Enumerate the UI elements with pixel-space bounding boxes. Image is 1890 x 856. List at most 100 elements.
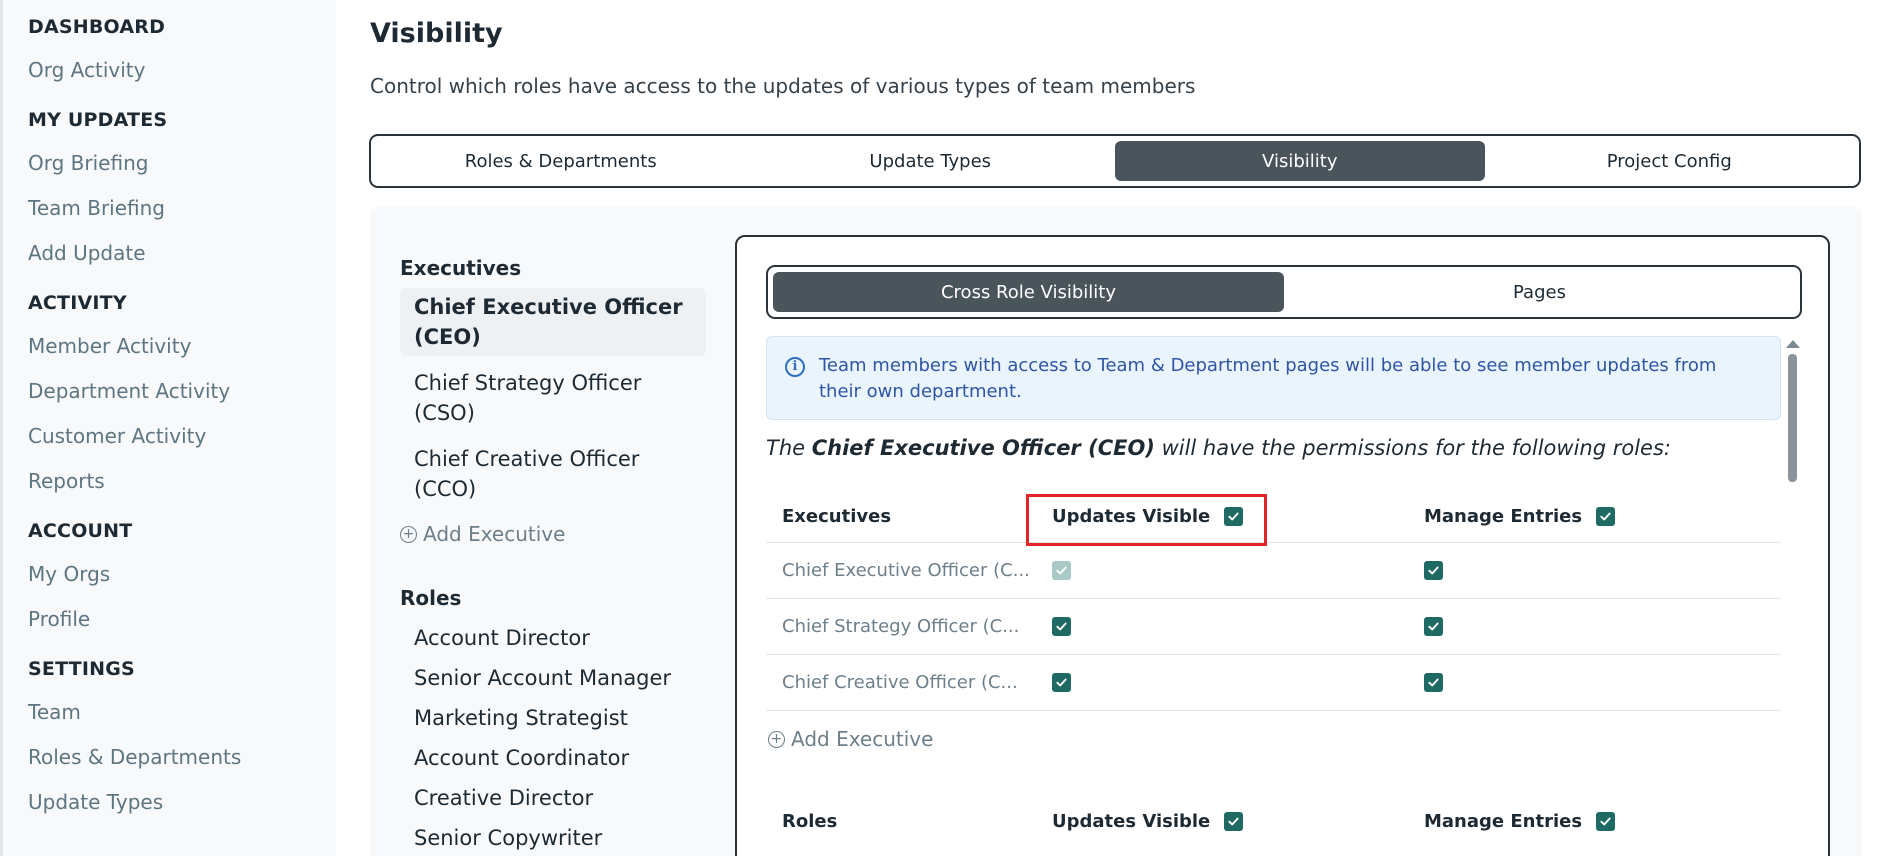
settings-tabs: Roles & Departments Update Types Visibil… (369, 134, 1861, 188)
visibility-card: Executives Chief Executive Officer (CEO)… (370, 206, 1862, 856)
role-item-cco[interactable]: Chief Creative Officer (CCO) (400, 440, 706, 508)
manage-entries-all-checkbox[interactable] (1596, 507, 1616, 526)
add-circle-icon: + (400, 525, 417, 543)
roles-manage-entries-label: Manage Entries (1424, 810, 1583, 832)
check-icon (1600, 512, 1611, 521)
sidebar-item-update-types[interactable]: Update Types (28, 780, 336, 825)
permissions-description: The Chief Executive Officer (CEO) will h… (766, 436, 1671, 460)
manage-entries-checkbox[interactable] (1424, 617, 1443, 636)
role-list: Executives Chief Executive Officer (CEO)… (400, 256, 706, 856)
col-manage-entries: Manage Entries (1424, 491, 1616, 542)
sidebar-section-activity: ACTIVITY (28, 292, 127, 314)
col-roles-updates-visible: Updates Visible (1052, 795, 1244, 847)
panel-scrollbar[interactable] (1786, 336, 1800, 856)
role-item-account-director[interactable]: Account Director (400, 618, 706, 658)
tab-cross-role-visibility[interactable]: Cross Role Visibility (773, 272, 1284, 312)
info-icon: i (785, 357, 805, 377)
role-item-senior-copywriter[interactable]: Senior Copywriter (400, 818, 706, 856)
col-executives: Executives (782, 506, 892, 527)
row-updates-cell (1052, 655, 1071, 710)
check-icon (1228, 817, 1239, 825)
row-role-name: Chief Executive Officer (C... (782, 560, 1030, 581)
permissions-role: Chief Executive Officer (CEO) (811, 436, 1155, 460)
sidebar-section-settings: SETTINGS (28, 658, 135, 680)
sidebar-item-roles-departments[interactable]: Roles & Departments (28, 735, 336, 780)
table-header-row: Executives Updates Visible Manage Entrie… (766, 491, 1781, 543)
permissions-scroll-area: i Team members with access to Team & Dep… (766, 336, 1781, 856)
scroll-up-arrow-icon[interactable] (1786, 340, 1800, 348)
page-description: Control which roles have access to the u… (370, 74, 1196, 98)
updates-visible-checkbox[interactable] (1052, 673, 1071, 692)
add-executive-row-button[interactable]: + Add Executive (766, 711, 1781, 767)
info-alert: i Team members with access to Team & Dep… (766, 336, 1781, 420)
manage-entries-checkbox[interactable] (1424, 673, 1443, 692)
check-icon (1600, 817, 1611, 825)
sidebar-item-add-update[interactable]: Add Update (28, 231, 336, 276)
sidebar-item-my-orgs[interactable]: My Orgs (28, 552, 336, 597)
row-manage-cell (1424, 599, 1443, 654)
sidebar-section-account: ACCOUNT (28, 520, 133, 542)
add-circle-icon: + (768, 730, 785, 748)
scroll-thumb[interactable] (1788, 354, 1797, 482)
panel-tabs: Cross Role Visibility Pages (766, 265, 1802, 319)
col-updates-visible: Updates Visible (1052, 491, 1244, 542)
check-icon (1428, 678, 1439, 687)
tab-project-config[interactable]: Project Config (1485, 141, 1855, 181)
roles-header: Roles (400, 586, 462, 610)
sidebar-item-reports[interactable]: Reports (28, 459, 336, 504)
updates-visible-all-checkbox[interactable] (1224, 507, 1244, 526)
table-row: Chief Creative Officer (C... (766, 655, 1781, 711)
sidebar-section-my-updates: MY UPDATES (28, 109, 168, 131)
sidebar-item-customer-activity[interactable]: Customer Activity (28, 414, 336, 459)
sidebar-item-profile[interactable]: Profile (28, 597, 336, 642)
check-icon (1428, 622, 1439, 631)
row-manage-cell (1424, 543, 1443, 598)
check-icon (1228, 512, 1239, 521)
info-text: Team members with access to Team & Depar… (819, 355, 1717, 402)
sidebar-item-org-briefing[interactable]: Org Briefing (28, 141, 336, 186)
row-role-name: Chief Strategy Officer (C... (782, 616, 1020, 637)
tab-update-types[interactable]: Update Types (746, 141, 1116, 181)
add-executive-row-label: Add Executive (791, 727, 934, 751)
sidebar-item-team[interactable]: Team (28, 690, 336, 735)
roles-manage-entries-all-checkbox[interactable] (1596, 811, 1616, 831)
col-roles: Roles (782, 810, 838, 832)
page-title: Visibility (370, 18, 503, 49)
col-roles-manage-entries: Manage Entries (1424, 795, 1616, 847)
tab-visibility[interactable]: Visibility (1115, 141, 1485, 181)
updates-visible-checkbox (1052, 561, 1071, 580)
row-updates-cell (1052, 599, 1071, 654)
sidebar-item-org-activity[interactable]: Org Activity (28, 48, 336, 93)
role-item-marketing-strategist[interactable]: Marketing Strategist (400, 698, 706, 738)
table-row: Chief Executive Officer (C... (766, 543, 1781, 599)
role-item-account-coordinator[interactable]: Account Coordinator (400, 738, 706, 778)
role-item-senior-account-manager[interactable]: Senior Account Manager (400, 658, 706, 698)
check-icon (1056, 566, 1067, 575)
sidebar-item-department-activity[interactable]: Department Activity (28, 369, 336, 414)
manage-entries-checkbox[interactable] (1424, 561, 1443, 580)
sidebar-item-member-activity[interactable]: Member Activity (28, 324, 336, 369)
sidebar-item-team-briefing[interactable]: Team Briefing (28, 186, 336, 231)
row-role-name: Chief Creative Officer (C... (782, 672, 1018, 693)
add-executive-label: Add Executive (423, 522, 566, 546)
tab-roles-departments[interactable]: Roles & Departments (376, 141, 746, 181)
row-manage-cell (1424, 655, 1443, 710)
permissions-panel: Cross Role Visibility Pages i Team membe… (735, 235, 1830, 856)
role-item-cso[interactable]: Chief Strategy Officer (CSO) (400, 364, 706, 432)
roles-updates-visible-all-checkbox[interactable] (1224, 811, 1244, 831)
executives-header: Executives (400, 256, 522, 280)
table-row: Chief Strategy Officer (C... (766, 599, 1781, 655)
updates-visible-header-label: Updates Visible (1052, 506, 1211, 527)
roles-updates-visible-label: Updates Visible (1052, 810, 1211, 832)
tab-pages[interactable]: Pages (1284, 272, 1795, 312)
role-item-ceo[interactable]: Chief Executive Officer (CEO) (400, 288, 706, 356)
check-icon (1056, 678, 1067, 687)
updates-visible-checkbox[interactable] (1052, 617, 1071, 636)
permissions-suffix: will have the permissions for the follow… (1154, 436, 1671, 460)
roles-table-header-row: Roles Updates Visible Manage Entries (766, 795, 1781, 847)
role-item-creative-director[interactable]: Creative Director (400, 778, 706, 818)
permissions-prefix: The (766, 436, 812, 460)
check-icon (1428, 566, 1439, 575)
check-icon (1056, 622, 1067, 631)
add-executive-button[interactable]: + Add Executive (400, 522, 706, 546)
